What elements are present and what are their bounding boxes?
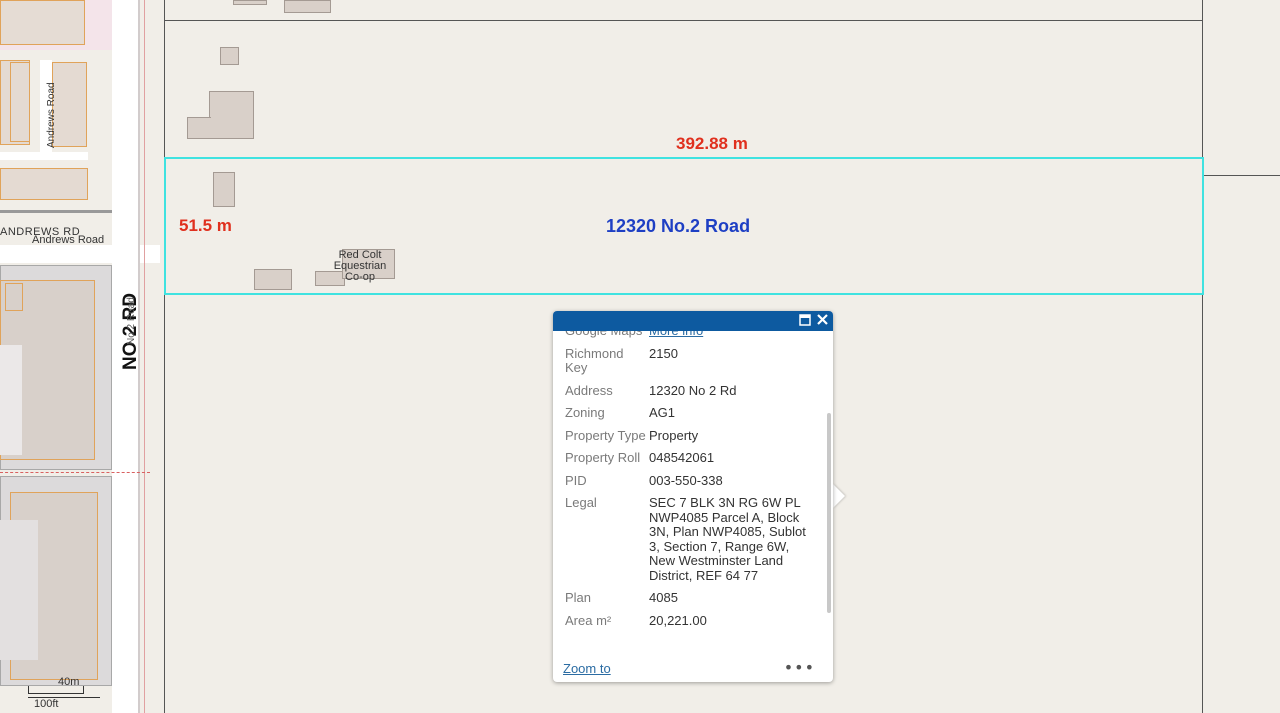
attribute-key: Plan bbox=[565, 590, 592, 605]
popup-header bbox=[553, 311, 833, 331]
scale-metric-label: 40m bbox=[58, 676, 80, 688]
building-footprint bbox=[5, 283, 23, 311]
parcel-width-measure: 392.88 m bbox=[676, 134, 748, 153]
building bbox=[220, 47, 239, 65]
attribute-row: Zoning AG1 bbox=[565, 405, 817, 421]
attribute-key: Property Roll bbox=[565, 450, 641, 465]
parcel-line bbox=[164, 20, 1203, 21]
info-popup: Google MapsMore info Richmond Key 2150 Addr… bbox=[553, 311, 833, 682]
building bbox=[209, 91, 254, 139]
building-footprint bbox=[10, 62, 30, 142]
parcel-line bbox=[1203, 175, 1280, 176]
road-andrews-road bbox=[0, 245, 160, 263]
building-footprint bbox=[52, 62, 87, 147]
attribute-table: Google MapsMore info Richmond Key 2150 Addr… bbox=[565, 331, 817, 636]
maximize-icon[interactable] bbox=[799, 313, 811, 329]
attribute-value: 048542061 bbox=[649, 450, 715, 465]
courtyard bbox=[0, 345, 22, 455]
road-label-no2-road: No 2 Road bbox=[126, 297, 137, 345]
parcel-depth-measure: 51.5 m bbox=[179, 216, 232, 235]
parcel-line bbox=[1202, 0, 1203, 713]
popup-body[interactable]: Google MapsMore info Richmond Key 2150 Addr… bbox=[553, 331, 833, 651]
parcel-line bbox=[164, 0, 165, 713]
building bbox=[233, 0, 267, 5]
attribute-value: Property bbox=[649, 427, 699, 443]
attribute-key: Google Maps bbox=[565, 331, 649, 339]
attribute-key: Richmond Key bbox=[565, 345, 624, 375]
block-edge bbox=[0, 210, 112, 213]
attribute-row: Google MapsMore info bbox=[565, 331, 817, 339]
attribute-row: Area m² 20,221.00 bbox=[565, 612, 817, 629]
road-edge-dashed bbox=[144, 0, 145, 713]
more-icon[interactable]: ••• bbox=[784, 658, 815, 677]
scale-imperial-label: 100ft bbox=[34, 698, 59, 710]
road-label-andrews-road: Andrews Road bbox=[32, 234, 105, 246]
close-icon[interactable] bbox=[816, 313, 829, 329]
popup-pointer bbox=[833, 484, 845, 508]
attribute-value: AG1 bbox=[649, 405, 676, 420]
zoom-to-link[interactable]: Zoom to bbox=[563, 661, 611, 676]
attribute-row: PID 003-550-338 bbox=[565, 472, 817, 489]
lot-line-dashed bbox=[0, 472, 150, 474]
attribute-row: Legal SEC 7 BLK 3N RG 6W PL NWP4085 Parce… bbox=[565, 495, 817, 583]
attribute-key: PID bbox=[565, 472, 587, 488]
more-info-link[interactable]: More info bbox=[649, 331, 817, 339]
attribute-key: Address bbox=[565, 382, 613, 398]
attribute-row: Property Type Property bbox=[565, 427, 817, 444]
attribute-row: Property Roll 048542061 bbox=[565, 450, 817, 466]
courtyard bbox=[0, 520, 38, 660]
building-footprint bbox=[0, 168, 88, 200]
attribute-value: 20,221.00 bbox=[649, 612, 707, 628]
attribute-row: Plan 4085 bbox=[565, 590, 817, 606]
attribute-key: Legal bbox=[565, 495, 597, 510]
road-andrews-lane-h bbox=[0, 152, 88, 160]
building bbox=[284, 0, 331, 13]
attribute-value: 12320 No 2 Rd bbox=[649, 382, 737, 398]
attribute-key: Area m² bbox=[565, 612, 612, 628]
attribute-row: Address 12320 No 2 Rd bbox=[565, 382, 817, 399]
building bbox=[187, 117, 211, 139]
attribute-key: Property Type bbox=[565, 427, 646, 443]
attribute-value: 4085 bbox=[649, 590, 678, 605]
attribute-key: Zoning bbox=[565, 405, 605, 420]
attribute-value: 2150 bbox=[649, 345, 678, 361]
parcel-address-label: 12320 No.2 Road bbox=[606, 216, 751, 236]
attribute-value: SEC 7 BLK 3N RG 6W PL NWP4085 Parcel A, … bbox=[649, 495, 806, 583]
popup-scrollbar[interactable] bbox=[827, 413, 831, 613]
attribute-row: Richmond Key 2150 bbox=[565, 345, 817, 376]
road-label-andrews-road-vertical: Andrews Road bbox=[46, 82, 57, 148]
popup-footer: Zoom to ••• bbox=[553, 656, 833, 682]
attribute-value: 003-550-338 bbox=[649, 472, 723, 488]
building-footprint bbox=[0, 0, 85, 45]
